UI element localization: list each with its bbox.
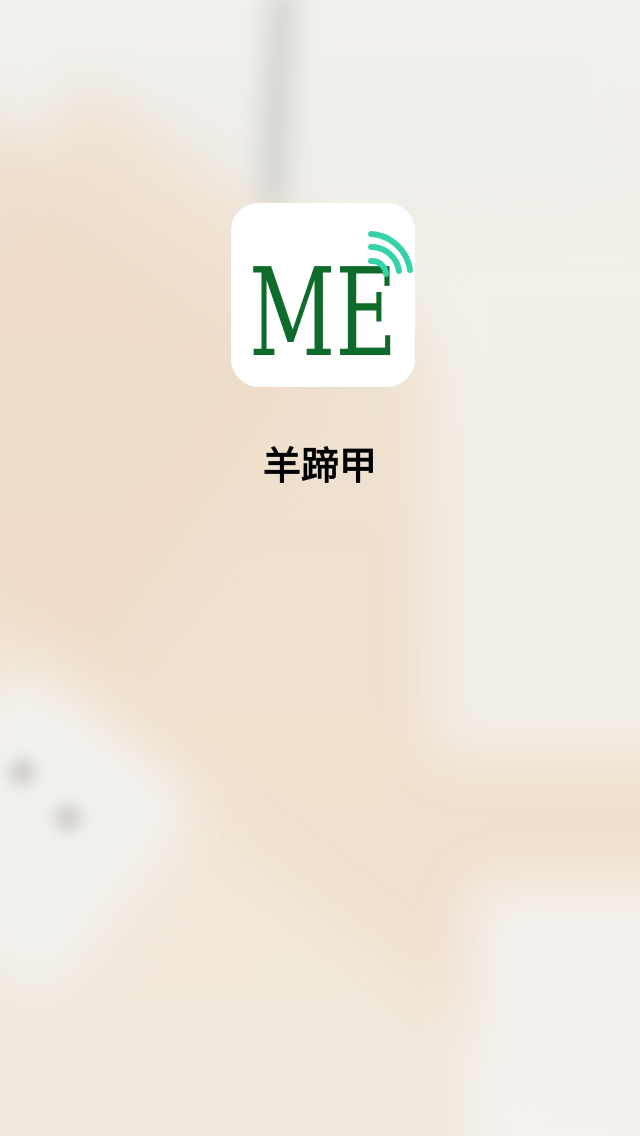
app-logo-icon: ME [231, 203, 415, 387]
splash-background [0, 0, 640, 1136]
background-blur-shape [430, 240, 640, 760]
app-name: 羊蹄甲 [262, 444, 377, 488]
background-blur-shape [470, 880, 640, 1136]
background-blur-shape [10, 760, 34, 784]
me-wifi-logo-icon: ME [231, 203, 415, 387]
background-blur-shape [56, 806, 80, 830]
